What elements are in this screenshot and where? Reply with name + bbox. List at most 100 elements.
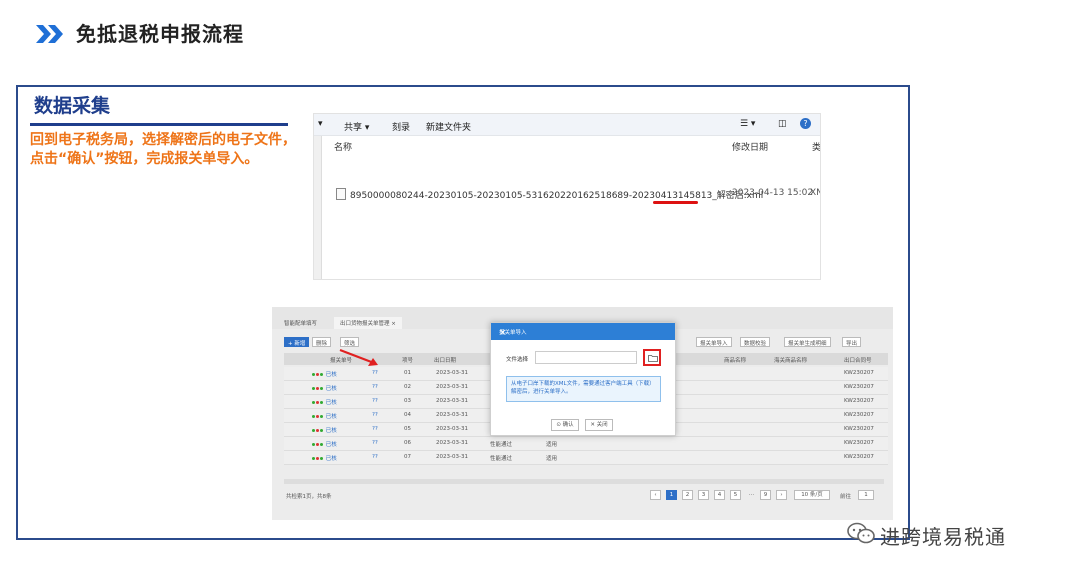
customs-declaration-screen: 智能配单填写 出口货物报关单管理 × + 新增 删除 筛选 报关单导入 数据校验… — [272, 307, 893, 520]
validate-button[interactable]: 数据校验 — [740, 337, 771, 347]
row-code[interactable]: ?? — [372, 412, 378, 418]
row-contract: KW230207 — [844, 426, 874, 432]
chevron-down-icon[interactable]: ▾ — [318, 119, 323, 129]
file-path-input[interactable] — [535, 351, 637, 364]
page-title: 免抵退税申报流程 — [76, 22, 244, 46]
file-name[interactable]: 8950000080244-20230105-20230105-53162022… — [350, 188, 763, 201]
file-date: 2023-04-13 15:02 — [732, 188, 814, 198]
confirm-button[interactable]: ⊙ 确认 — [551, 419, 579, 431]
column-date[interactable]: 修改日期 — [732, 140, 768, 153]
column-header: 名称 修改日期 类 — [314, 136, 820, 156]
import-note: 从电子口岸下载的XML文件，需要通过客户端工具（下载）解密后，进行关单导入。 — [506, 376, 661, 402]
add-button[interactable]: + 新增 — [284, 337, 310, 347]
file-select-label: 文件选择 — [506, 357, 529, 363]
import-declaration-button[interactable]: 报关单导入 — [696, 337, 732, 347]
horizontal-scrollbar[interactable] — [284, 479, 884, 484]
filter-button[interactable]: 筛选 — [340, 337, 360, 347]
row-code[interactable]: ?? — [372, 370, 378, 376]
dialog-header: 报关单导入 × — [491, 323, 675, 340]
file-type: XN — [810, 188, 820, 198]
pagination-bar: 共检索1页，共8条 ‹ 1 2 3 4 5 ... 9 › 10 条/页 前往 … — [284, 490, 888, 504]
status-badge: 已核 — [312, 412, 337, 420]
row-status-text: 性能通过 — [490, 456, 513, 462]
wechat-icon — [847, 522, 875, 544]
goto-label: 前往 — [840, 494, 852, 500]
page-ellipsis: ... — [748, 491, 755, 497]
col-item-no[interactable]: 项号 — [402, 356, 413, 364]
tab-smart-fill[interactable]: 智能配单填写 — [284, 319, 317, 327]
row-item: 03 — [404, 398, 411, 404]
close-icon[interactable]: × — [499, 328, 669, 338]
row-date: 2023-03-31 — [436, 440, 468, 446]
row-date: 2023-03-31 — [436, 426, 468, 432]
column-type[interactable]: 类 — [812, 140, 820, 153]
page-2-button[interactable]: 2 — [682, 490, 693, 500]
status-badge: 已核 — [312, 426, 337, 434]
row-item: 02 — [404, 384, 411, 390]
column-name[interactable]: 名称 — [334, 140, 352, 153]
next-page-button[interactable]: › — [776, 490, 787, 500]
row-status-text: 性能通过 — [490, 442, 513, 448]
cancel-button[interactable]: ✕ 关闭 — [585, 419, 613, 431]
section-description: 回到电子税务局，选择解密后的电子文件，点击“确认”按钮，完成报关单导入。 — [30, 132, 296, 167]
status-badge: 已核 — [312, 370, 337, 378]
delete-button[interactable]: 删除 — [312, 337, 332, 347]
highlight-underline — [653, 201, 698, 204]
prev-page-button[interactable]: ‹ — [650, 490, 661, 500]
page-1-button[interactable]: 1 — [666, 490, 677, 500]
generate-detail-button[interactable]: 报关单生成明细 — [784, 337, 831, 347]
row-item: 04 — [404, 412, 411, 418]
browse-button[interactable] — [643, 349, 661, 366]
status-badge: 已核 — [312, 398, 337, 406]
export-button[interactable]: 导出 — [842, 337, 862, 347]
table-row[interactable]: 已核 ?? 07 2023-03-31 性能通过 适用 KW230207 — [284, 451, 888, 465]
row-contract: KW230207 — [844, 440, 874, 446]
row-unit: 适用 — [546, 442, 558, 448]
red-arrow-icon — [339, 348, 378, 366]
new-folder-button[interactable]: 新建文件夹 — [426, 120, 471, 133]
row-date: 2023-03-31 — [436, 454, 468, 460]
row-code[interactable]: ?? — [372, 426, 378, 432]
record-count: 共检索1页，共8条 — [286, 494, 332, 500]
row-contract: KW230207 — [844, 370, 874, 376]
row-item: 07 — [404, 454, 411, 460]
col-contract-no[interactable]: 出口合同号 — [844, 356, 872, 364]
row-item: 01 — [404, 370, 411, 376]
share-button[interactable]: 共享 ▾ — [344, 120, 369, 133]
row-item: 06 — [404, 440, 411, 446]
vertical-scrollbar[interactable] — [314, 136, 322, 279]
preview-pane-icon[interactable]: ◫ — [778, 119, 787, 129]
page-4-button[interactable]: 4 — [714, 490, 725, 500]
row-code[interactable]: ?? — [372, 398, 378, 404]
explorer-toolbar: ▾ 共享 ▾ 刻录 新建文件夹 ☰ ▾ ◫ ? — [314, 114, 820, 136]
row-contract: KW230207 — [844, 412, 874, 418]
row-code[interactable]: ?? — [372, 454, 378, 460]
goto-page-input[interactable]: 1 — [858, 490, 874, 500]
row-code[interactable]: ?? — [372, 384, 378, 390]
import-dialog: 报关单导入 × 文件选择 从电子口岸下载的XML文件，需要通过客户端工具（下载）… — [490, 322, 676, 436]
tab-declaration-management[interactable]: 出口货物报关单管理 × — [334, 317, 402, 329]
page-3-button[interactable]: 3 — [698, 490, 709, 500]
row-contract: KW230207 — [844, 454, 874, 460]
page-size-select[interactable]: 10 条/页 — [794, 490, 830, 500]
row-contract: KW230207 — [844, 384, 874, 390]
folder-icon — [648, 355, 658, 362]
page-5-button[interactable]: 5 — [730, 490, 741, 500]
row-code[interactable]: ?? — [372, 440, 378, 446]
status-badge: 已核 — [312, 384, 337, 392]
view-options-icon[interactable]: ☰ ▾ — [740, 119, 755, 129]
page-9-button[interactable]: 9 — [760, 490, 771, 500]
burn-button[interactable]: 刻录 — [392, 120, 410, 133]
row-unit: 适用 — [546, 456, 558, 462]
col-product-name[interactable]: 商品名称 — [724, 356, 746, 364]
help-icon[interactable]: ? — [800, 118, 811, 129]
row-date: 2023-03-31 — [436, 384, 468, 390]
table-row[interactable]: 已核 ?? 06 2023-03-31 性能通过 适用 KW230207 — [284, 437, 888, 451]
status-badge: 已核 — [312, 440, 337, 448]
watermark-text: 进跨境易税通 — [880, 525, 1006, 549]
col-customs-product-name[interactable]: 海关商品名称 — [774, 356, 807, 364]
file-explorer: ▾ 共享 ▾ 刻录 新建文件夹 ☰ ▾ ◫ ? 名称 修改日期 类 895000… — [313, 113, 821, 280]
col-export-date[interactable]: 出口日期 — [434, 356, 456, 364]
row-contract: KW230207 — [844, 398, 874, 404]
section-divider — [30, 123, 288, 126]
